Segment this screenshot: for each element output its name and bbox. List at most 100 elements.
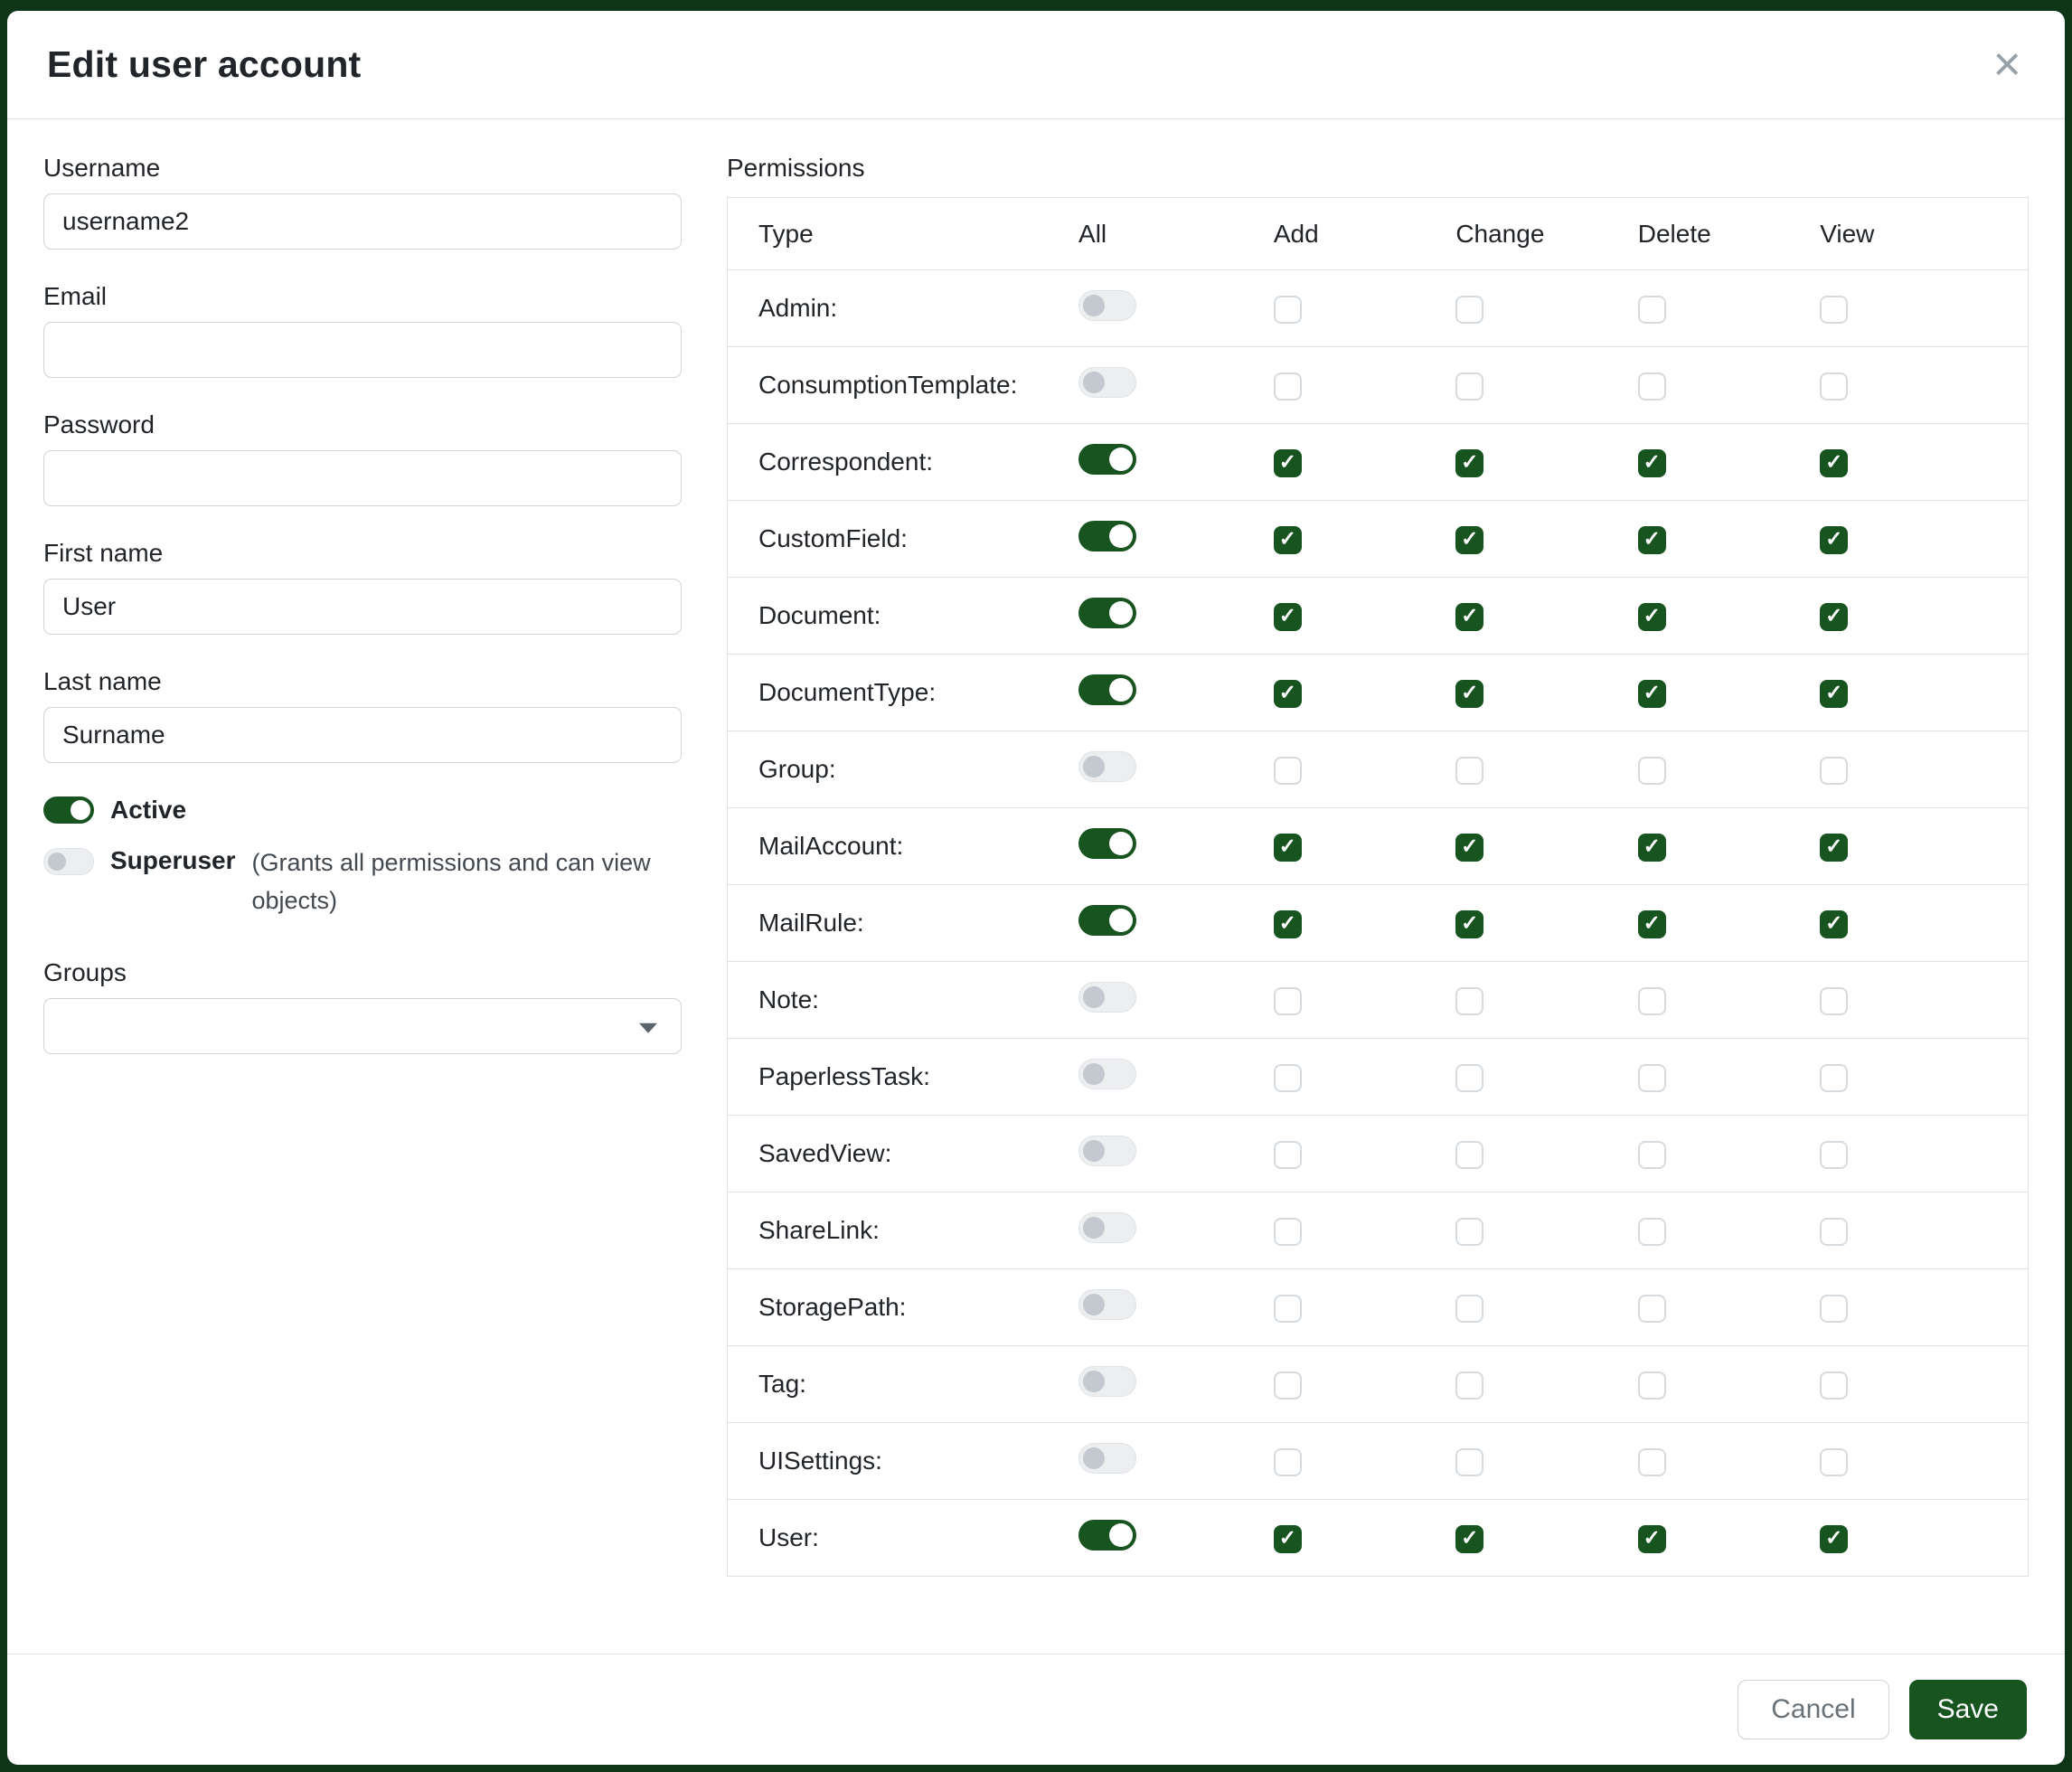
permission-change-checkbox[interactable] xyxy=(1455,526,1483,554)
save-button[interactable]: Save xyxy=(1909,1680,2027,1739)
permission-add-checkbox[interactable] xyxy=(1274,757,1302,785)
permission-delete-checkbox[interactable] xyxy=(1638,603,1666,631)
permission-all-toggle[interactable] xyxy=(1078,1136,1136,1166)
permission-all-toggle[interactable] xyxy=(1078,444,1136,475)
permission-view-checkbox[interactable] xyxy=(1820,680,1848,708)
permission-delete-checkbox[interactable] xyxy=(1638,449,1666,477)
permission-all-toggle[interactable] xyxy=(1078,905,1136,936)
permission-change-checkbox[interactable] xyxy=(1455,680,1483,708)
active-toggle[interactable] xyxy=(43,796,94,824)
permission-add-checkbox[interactable] xyxy=(1274,296,1302,324)
permission-all-toggle[interactable] xyxy=(1078,674,1136,705)
permission-view-checkbox[interactable] xyxy=(1820,526,1848,554)
permission-all-toggle[interactable] xyxy=(1078,1289,1136,1320)
permission-view-checkbox[interactable] xyxy=(1820,910,1848,938)
permission-change-checkbox[interactable] xyxy=(1455,757,1483,785)
permission-delete-checkbox[interactable] xyxy=(1638,910,1666,938)
permission-all-toggle[interactable] xyxy=(1078,521,1136,551)
permission-row: Group: xyxy=(728,731,2029,808)
permission-add-checkbox[interactable] xyxy=(1274,449,1302,477)
permission-change-checkbox[interactable] xyxy=(1455,910,1483,938)
permission-delete-checkbox[interactable] xyxy=(1638,1218,1666,1246)
permission-type-label: Note: xyxy=(728,962,1079,1039)
permission-change-checkbox[interactable] xyxy=(1455,834,1483,862)
permission-add-checkbox[interactable] xyxy=(1274,1064,1302,1092)
permission-change-checkbox[interactable] xyxy=(1455,987,1483,1015)
email-input[interactable] xyxy=(43,322,682,378)
permission-add-checkbox[interactable] xyxy=(1274,910,1302,938)
permission-all-toggle[interactable] xyxy=(1078,1443,1136,1474)
permission-view-checkbox[interactable] xyxy=(1820,603,1848,631)
permission-delete-checkbox[interactable] xyxy=(1638,834,1666,862)
permission-add-checkbox[interactable] xyxy=(1274,834,1302,862)
close-icon[interactable]: × xyxy=(1989,45,2025,84)
permission-view-checkbox[interactable] xyxy=(1820,449,1848,477)
permission-add-checkbox[interactable] xyxy=(1274,987,1302,1015)
permission-view-checkbox[interactable] xyxy=(1820,1525,1848,1553)
permission-delete-checkbox[interactable] xyxy=(1638,987,1666,1015)
permission-view-checkbox[interactable] xyxy=(1820,1295,1848,1323)
permission-delete-checkbox[interactable] xyxy=(1638,680,1666,708)
permission-change-checkbox[interactable] xyxy=(1455,296,1483,324)
permission-delete-checkbox[interactable] xyxy=(1638,296,1666,324)
permission-view-checkbox[interactable] xyxy=(1820,1064,1848,1092)
permission-all-toggle[interactable] xyxy=(1078,1059,1136,1089)
permission-delete-checkbox[interactable] xyxy=(1638,372,1666,401)
permission-change-checkbox[interactable] xyxy=(1455,1448,1483,1476)
permission-all-toggle[interactable] xyxy=(1078,828,1136,859)
permission-add-checkbox[interactable] xyxy=(1274,1448,1302,1476)
permission-add-checkbox[interactable] xyxy=(1274,1525,1302,1553)
permission-delete-checkbox[interactable] xyxy=(1638,526,1666,554)
permission-add-checkbox[interactable] xyxy=(1274,1218,1302,1246)
permission-delete-checkbox[interactable] xyxy=(1638,1141,1666,1169)
permission-change-checkbox[interactable] xyxy=(1455,372,1483,401)
superuser-hint: (Grants all permissions and can view obj… xyxy=(252,844,683,920)
permission-delete-checkbox[interactable] xyxy=(1638,1371,1666,1400)
permission-view-checkbox[interactable] xyxy=(1820,296,1848,324)
permission-all-toggle[interactable] xyxy=(1078,1212,1136,1243)
password-input[interactable] xyxy=(43,450,682,506)
permission-view-checkbox[interactable] xyxy=(1820,987,1848,1015)
permission-add-checkbox[interactable] xyxy=(1274,372,1302,401)
permission-change-checkbox[interactable] xyxy=(1455,1295,1483,1323)
permission-delete-checkbox[interactable] xyxy=(1638,757,1666,785)
permission-change-checkbox[interactable] xyxy=(1455,1218,1483,1246)
first-name-input[interactable] xyxy=(43,579,682,635)
permission-all-toggle[interactable] xyxy=(1078,598,1136,628)
permission-delete-checkbox[interactable] xyxy=(1638,1525,1666,1553)
permission-add-checkbox[interactable] xyxy=(1274,526,1302,554)
permission-all-toggle[interactable] xyxy=(1078,1520,1136,1550)
permission-add-checkbox[interactable] xyxy=(1274,1371,1302,1400)
permission-delete-checkbox[interactable] xyxy=(1638,1064,1666,1092)
permission-add-checkbox[interactable] xyxy=(1274,603,1302,631)
permission-add-checkbox[interactable] xyxy=(1274,1141,1302,1169)
permission-all-toggle[interactable] xyxy=(1078,290,1136,321)
permission-change-checkbox[interactable] xyxy=(1455,1141,1483,1169)
permission-delete-checkbox[interactable] xyxy=(1638,1295,1666,1323)
permission-all-toggle[interactable] xyxy=(1078,982,1136,1013)
permission-view-checkbox[interactable] xyxy=(1820,757,1848,785)
username-input[interactable] xyxy=(43,193,682,250)
permission-view-checkbox[interactable] xyxy=(1820,1448,1848,1476)
permissions-panel: Permissions Type All Add Change Delete V… xyxy=(727,154,2029,1654)
permission-add-checkbox[interactable] xyxy=(1274,1295,1302,1323)
permission-change-checkbox[interactable] xyxy=(1455,603,1483,631)
permission-view-checkbox[interactable] xyxy=(1820,1218,1848,1246)
permission-change-checkbox[interactable] xyxy=(1455,1371,1483,1400)
permission-delete-checkbox[interactable] xyxy=(1638,1448,1666,1476)
permission-all-toggle[interactable] xyxy=(1078,367,1136,398)
superuser-toggle[interactable] xyxy=(43,848,94,875)
permission-change-checkbox[interactable] xyxy=(1455,449,1483,477)
permission-all-toggle[interactable] xyxy=(1078,1366,1136,1397)
groups-select[interactable] xyxy=(43,998,682,1054)
last-name-input[interactable] xyxy=(43,707,682,763)
permission-view-checkbox[interactable] xyxy=(1820,834,1848,862)
permission-view-checkbox[interactable] xyxy=(1820,1141,1848,1169)
permission-add-checkbox[interactable] xyxy=(1274,680,1302,708)
permission-change-checkbox[interactable] xyxy=(1455,1525,1483,1553)
permission-view-checkbox[interactable] xyxy=(1820,372,1848,401)
permission-view-checkbox[interactable] xyxy=(1820,1371,1848,1400)
permission-change-checkbox[interactable] xyxy=(1455,1064,1483,1092)
permission-all-toggle[interactable] xyxy=(1078,751,1136,782)
cancel-button[interactable]: Cancel xyxy=(1738,1680,1888,1739)
